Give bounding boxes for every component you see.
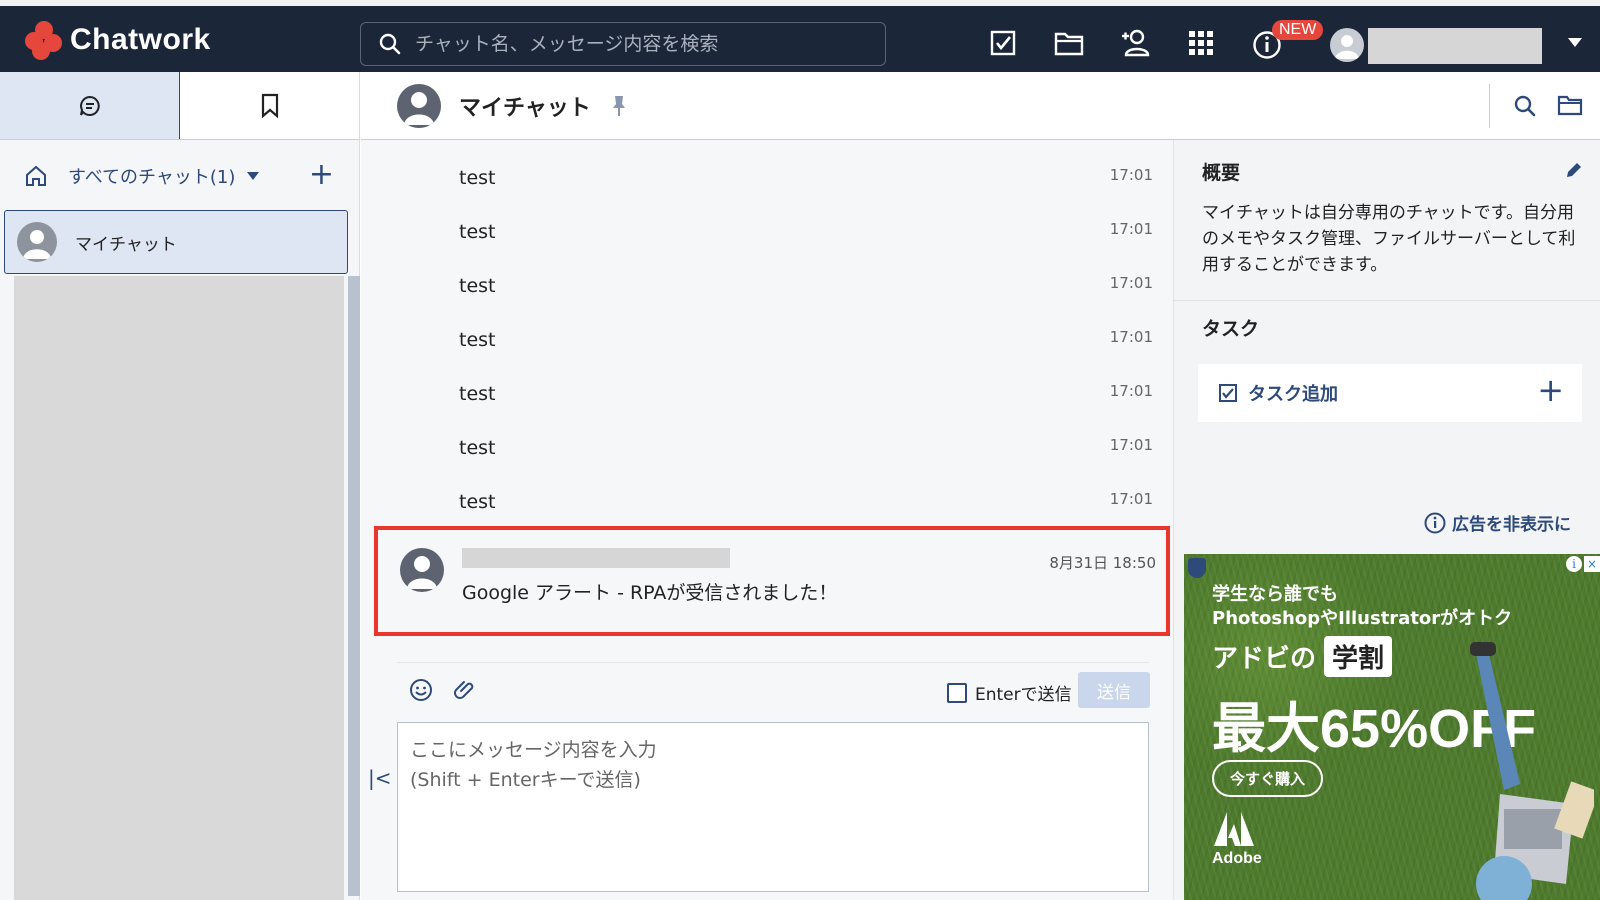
message-body: test [459, 221, 496, 243]
filter-caret-icon[interactable] [247, 172, 260, 180]
ad-close-icon[interactable]: × [1584, 556, 1600, 572]
emoji-icon[interactable] [409, 678, 433, 702]
ad-headline-3: アドビの [1212, 644, 1317, 674]
ad-info-icon[interactable]: i [1566, 556, 1582, 572]
add-task-label: タスク追加 [1248, 384, 1338, 405]
top-header: Chatwork NEW [0, 0, 1600, 72]
task-icon[interactable] [988, 28, 1018, 58]
composer-divider [397, 662, 1149, 663]
message-time: 17:01 [1109, 166, 1153, 184]
header-divider [1489, 84, 1490, 128]
ad-brand: Adobe [1212, 850, 1262, 867]
send-button[interactable]: 送信 [1078, 672, 1150, 708]
chevron-down-icon[interactable] [1568, 38, 1582, 47]
message-body: test [459, 275, 496, 297]
sidebar-tabs [0, 72, 359, 140]
ad-buy-now-button[interactable]: 今すぐ購入 [1212, 760, 1324, 797]
chatwork-logo-icon [24, 20, 64, 60]
room-title: マイチャット [459, 96, 591, 121]
overview-title: 概要 [1202, 162, 1241, 184]
ad-banner[interactable]: i × 学生なら誰でも PhotoshopやIllustratorがオトク アド… [1184, 554, 1600, 900]
chat-bubble-icon [79, 95, 100, 116]
collapse-panel-icon[interactable]: |< [368, 766, 392, 790]
message-row[interactable]: test 17:01 [361, 140, 1161, 194]
sidebar-scrollbar[interactable] [348, 276, 360, 896]
pencil-icon[interactable] [1564, 160, 1584, 180]
message-time: 17:01 [1109, 490, 1153, 508]
room-avatar [397, 84, 441, 128]
room-header: マイチャット [361, 72, 1600, 140]
new-badge: NEW [1272, 20, 1324, 40]
attachment-icon[interactable] [453, 678, 477, 702]
message-time: 17:01 [1109, 436, 1153, 454]
info-icon [1424, 512, 1446, 533]
message-body: test [459, 383, 496, 405]
search-box[interactable] [360, 22, 886, 66]
home-icon[interactable] [24, 164, 48, 188]
room-list-redacted [14, 276, 344, 900]
message-time: 17:01 [1109, 220, 1153, 238]
app-name: Chatwork [70, 23, 211, 56]
ad-headline-1: 学生なら誰でも [1212, 584, 1338, 605]
bookmark-icon [261, 93, 278, 118]
message-row[interactable]: test 17:01 [361, 194, 1161, 248]
search-icon [379, 33, 401, 55]
message-time: 17:01 [1109, 382, 1153, 400]
message-input[interactable] [397, 722, 1149, 892]
message-row[interactable]: test 17:01 [361, 356, 1161, 410]
search-icon[interactable] [1513, 94, 1537, 118]
enter-to-send-checkbox[interactable] [947, 682, 967, 703]
enter-to-send-label: Enterで送信 [975, 685, 1072, 705]
tab-bookmarks[interactable] [180, 72, 359, 139]
ad-headline-2: PhotoshopやIllustratorがオトク [1212, 608, 1513, 629]
room-name: マイチャット [75, 234, 177, 255]
message-composer: Enterで送信 送信 [361, 660, 1173, 900]
avatar [17, 222, 57, 262]
add-task-button[interactable]: タスク追加 + [1198, 364, 1582, 422]
ad-student-discount: 学割 [1324, 636, 1393, 677]
message-time: 8月31日 18:50 [1049, 554, 1156, 572]
task-section-title: タスク [1202, 318, 1260, 340]
message-row[interactable]: test 17:01 [361, 248, 1161, 302]
user-avatar[interactable] [1330, 28, 1364, 62]
overview-description: マイチャットは自分専用のチャットです。自分用のメモやタスク管理、ファイルサーバー… [1202, 203, 1576, 275]
adobe-logo-icon [1214, 812, 1254, 846]
ad-shield-icon [1188, 558, 1206, 578]
tab-chats[interactable] [0, 72, 180, 139]
message-time: 17:01 [1109, 328, 1153, 346]
message-body: Google アラート - RPAが受信されました！ [462, 582, 838, 604]
folder-icon[interactable] [1557, 94, 1583, 116]
plus-icon[interactable]: + [1537, 374, 1564, 406]
highlighted-message[interactable]: 8月31日 18:50 Google アラート - RPAが受信されました！ [374, 526, 1170, 636]
message-body: test [459, 329, 496, 351]
task-checkbox-icon [1219, 384, 1237, 402]
message-row[interactable]: test 17:01 [361, 302, 1161, 356]
chat-filter-dropdown[interactable]: すべてのチャット(1) [68, 163, 235, 189]
user-name-redacted[interactable] [1368, 28, 1542, 64]
hide-ads-link[interactable]: 広告を非表示に [1424, 510, 1571, 535]
folder-icon[interactable] [1054, 28, 1084, 58]
chat-filter-row: すべてのチャット(1) + [24, 160, 334, 192]
panel-divider [1174, 300, 1600, 301]
enter-to-send-toggle[interactable]: Enterで送信 [947, 680, 1072, 705]
message-row[interactable]: test 17:01 [361, 464, 1161, 518]
apps-grid-icon[interactable] [1186, 28, 1216, 58]
pin-icon[interactable] [611, 94, 627, 118]
message-body: test [459, 437, 496, 459]
chatwork-logo[interactable]: Chatwork [24, 20, 211, 60]
message-time: 17:01 [1109, 274, 1153, 292]
contact-icon[interactable] [1120, 28, 1150, 58]
message-body: test [459, 491, 496, 513]
add-room-button[interactable]: + [309, 160, 334, 190]
left-sidebar: すべてのチャット(1) + マイチャット [0, 72, 360, 900]
message-row[interactable]: test 17:01 [361, 410, 1161, 464]
avatar [400, 548, 444, 592]
ad-person-illustration [1470, 642, 1594, 900]
search-input[interactable] [415, 33, 855, 55]
hide-ads-label: 広告を非表示に [1452, 515, 1571, 535]
message-body: test [459, 167, 496, 189]
sidebar-item-my-chat[interactable]: マイチャット [4, 210, 348, 274]
sender-name-redacted [462, 548, 730, 568]
